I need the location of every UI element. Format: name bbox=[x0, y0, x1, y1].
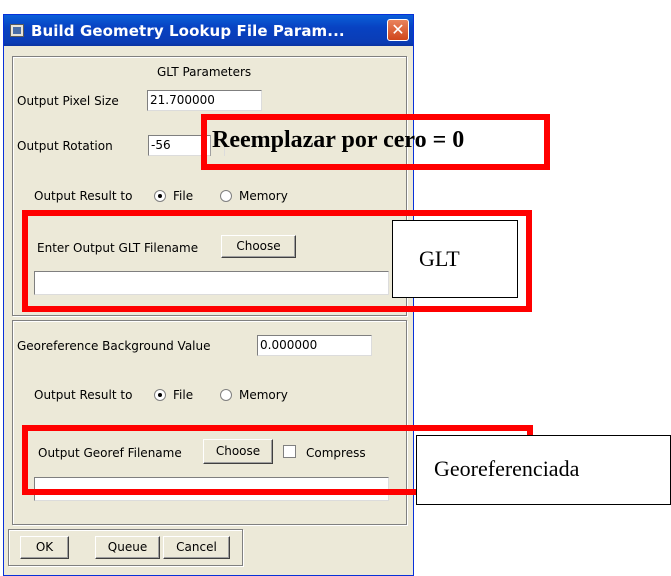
glt-callout: GLT bbox=[392, 220, 518, 298]
close-button[interactable]: ✕ bbox=[387, 19, 409, 41]
queue-button[interactable]: Queue bbox=[95, 536, 160, 559]
glt-radio-memory-label: Memory bbox=[239, 189, 288, 203]
rotation-label: Output Rotation bbox=[17, 139, 113, 153]
georef-radio-file-label: File bbox=[173, 388, 194, 402]
georef-callout: Georeferenciada bbox=[416, 435, 671, 505]
background-value-label: Georeference Background Value bbox=[17, 339, 211, 353]
georef-radio-memory-label: Memory bbox=[239, 388, 288, 402]
georef-callout-text: Georeferenciada bbox=[434, 456, 580, 481]
ok-button[interactable]: OK bbox=[20, 536, 69, 559]
glt-radio-file[interactable] bbox=[154, 190, 166, 202]
cancel-button[interactable]: Cancel bbox=[163, 536, 230, 559]
pixel-size-input[interactable]: 21.700000 bbox=[147, 90, 262, 111]
georef-radio-file[interactable] bbox=[154, 389, 166, 401]
glt-radio-memory[interactable] bbox=[220, 190, 232, 202]
glt-parameters-heading: GLT Parameters bbox=[157, 65, 252, 79]
background-value-input[interactable]: 0.000000 bbox=[257, 335, 372, 356]
glt-output-result-label: Output Result to bbox=[34, 189, 133, 203]
georef-output-result-label: Output Result to bbox=[34, 388, 133, 402]
glt-radio-file-label: File bbox=[173, 189, 194, 203]
title-bar[interactable]: Build Geometry Lookup File Param... ✕ bbox=[4, 15, 413, 46]
pixel-size-label: Output Pixel Size bbox=[17, 94, 119, 108]
close-icon: ✕ bbox=[391, 20, 405, 39]
window-app-icon bbox=[10, 24, 24, 37]
rotation-value: -56 bbox=[151, 138, 171, 152]
window-title: Build Geometry Lookup File Param... bbox=[31, 22, 345, 40]
rotation-note: Reemplazar por cero = 0 bbox=[212, 127, 465, 153]
glt-callout-text: GLT bbox=[419, 246, 460, 271]
georef-radio-memory[interactable] bbox=[220, 389, 232, 401]
